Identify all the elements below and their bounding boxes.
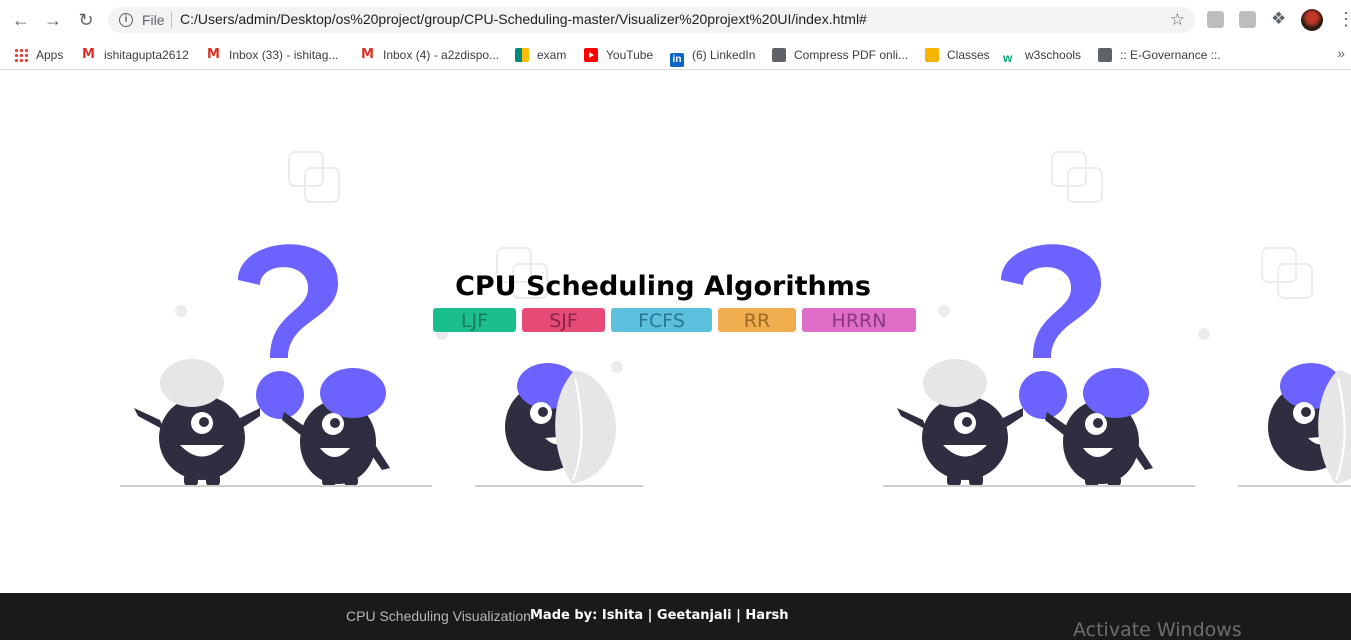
bookmark-youtube[interactable]: YouTube	[584, 45, 653, 65]
classroom-icon	[925, 48, 939, 62]
reload-icon[interactable]: ↻	[74, 8, 98, 32]
hrrn-button[interactable]: HRRN	[802, 308, 916, 332]
linkedin-icon: in	[670, 53, 684, 67]
bookmark-star-icon[interactable]: ☆	[1170, 10, 1185, 30]
bookmark-compress-pdf[interactable]: Compress PDF onli...	[772, 45, 908, 65]
info-icon[interactable]: i	[119, 13, 133, 27]
meet-icon	[515, 48, 529, 62]
gmail-icon	[82, 45, 96, 65]
activate-windows-watermark: Activate Windows	[1073, 619, 1242, 641]
bookmark-classes[interactable]: Classes	[925, 45, 990, 65]
bookmark-apps[interactable]: Apps	[14, 45, 63, 65]
bookmark-label: Inbox (4) - a2zdispo...	[383, 48, 500, 62]
bookmark-egovernance[interactable]: :: E-Governance ::.	[1098, 45, 1221, 65]
back-arrow-icon[interactable]: ←	[9, 8, 33, 32]
scheme-label: File	[142, 12, 165, 28]
url-text[interactable]: C:/Users/admin/Desktop/os%20project/grou…	[180, 11, 867, 27]
footer-title: CPU Scheduling Visualization	[346, 608, 531, 624]
bookmark-w3schools[interactable]: w w3schools	[1003, 45, 1081, 65]
ljf-button[interactable]: LJF	[433, 308, 516, 332]
w3schools-icon: w	[1003, 51, 1013, 65]
extensions-puzzle-icon[interactable]: ❖	[1271, 9, 1286, 29]
bookmark-label: exam	[537, 48, 567, 62]
page-content: CPU Scheduling Algorithms LJF SJF FCFS R…	[0, 71, 1351, 592]
rr-button[interactable]: RR	[718, 308, 796, 332]
gmail-icon	[361, 45, 375, 65]
bookmark-exam[interactable]: exam	[515, 45, 566, 65]
bookmark-label: (6) LinkedIn	[692, 48, 756, 62]
gmail-icon	[207, 45, 221, 65]
bookmark-label: Inbox (33) - ishitag...	[229, 48, 339, 62]
forward-arrow-icon[interactable]: →	[41, 8, 65, 32]
bookmark-label: Compress PDF onli...	[794, 48, 909, 62]
extension-icon[interactable]	[1239, 11, 1256, 28]
bookmark-label: :: E-Governance ::.	[1120, 48, 1221, 62]
bookmark-label: ishitagupta2612	[104, 48, 189, 62]
browser-toolbar: ← → ↻ i File C:/Users/admin/Desktop/os%2…	[0, 0, 1351, 40]
bookmark-label: Classes	[947, 48, 990, 62]
more-bookmarks-icon[interactable]: »	[1337, 45, 1345, 61]
bookmark-gmail-2[interactable]: Inbox (33) - ishitag...	[207, 45, 338, 65]
bookmarks-bar: Apps ishitagupta2612 Inbox (33) - ishita…	[0, 40, 1351, 70]
sjf-button[interactable]: SJF	[522, 308, 605, 332]
address-separator	[171, 12, 172, 28]
bookmark-label: YouTube	[606, 48, 654, 62]
bookmark-gmail-3[interactable]: Inbox (4) - a2zdispo...	[361, 45, 499, 65]
footer: CPU Scheduling Visualization Made by: Is…	[0, 593, 1351, 641]
globe-icon	[772, 48, 786, 62]
footer-credit: Made by: Ishita | Geetanjali | Harsh	[530, 608, 789, 623]
youtube-icon	[584, 48, 598, 62]
kebab-menu-icon[interactable]: ⋮	[1337, 8, 1351, 30]
fcfs-button[interactable]: FCFS	[611, 308, 712, 332]
address-bar[interactable]: i File C:/Users/admin/Desktop/os%20proje…	[108, 7, 1195, 33]
bookmark-label: Apps	[36, 48, 64, 62]
pdf-extension-icon[interactable]	[1207, 11, 1224, 28]
apps-grid-icon	[14, 48, 28, 62]
page-title: CPU Scheduling Algorithms	[455, 271, 871, 302]
bookmark-gmail-1[interactable]: ishitagupta2612	[82, 45, 189, 65]
profile-avatar[interactable]	[1301, 9, 1323, 31]
bookmark-linkedin[interactable]: in (6) LinkedIn	[670, 45, 756, 67]
globe-icon	[1098, 48, 1112, 62]
bookmark-label: w3schools	[1025, 48, 1082, 62]
